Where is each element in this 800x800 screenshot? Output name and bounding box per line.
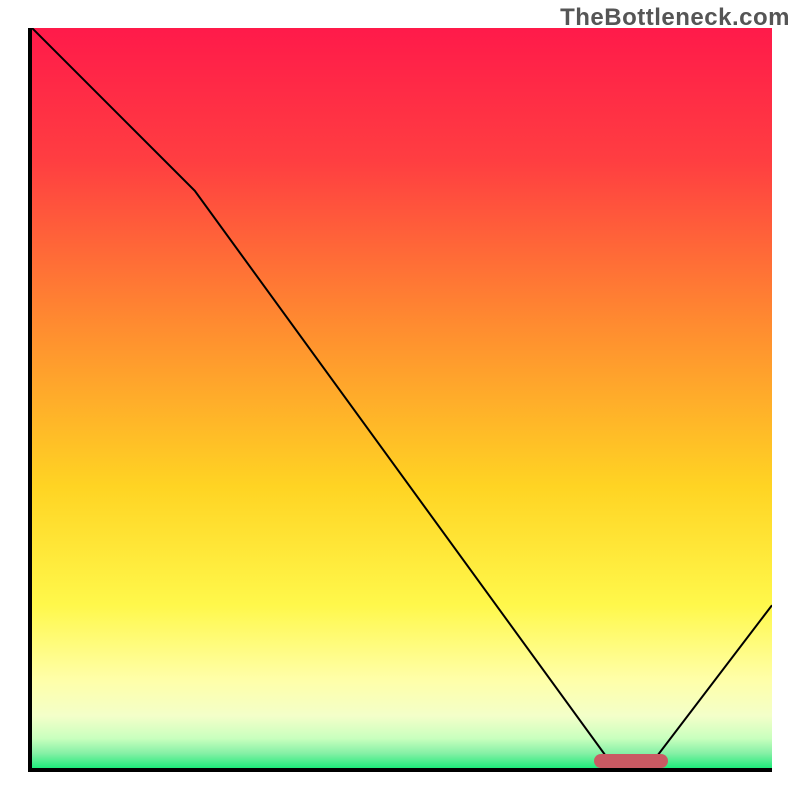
bottleneck-chart: TheBottleneck.com — [0, 0, 800, 800]
plot-area — [28, 28, 772, 772]
optimal-range-marker — [594, 754, 668, 768]
watermark-text: TheBottleneck.com — [560, 4, 790, 32]
bottleneck-curve — [32, 28, 772, 768]
